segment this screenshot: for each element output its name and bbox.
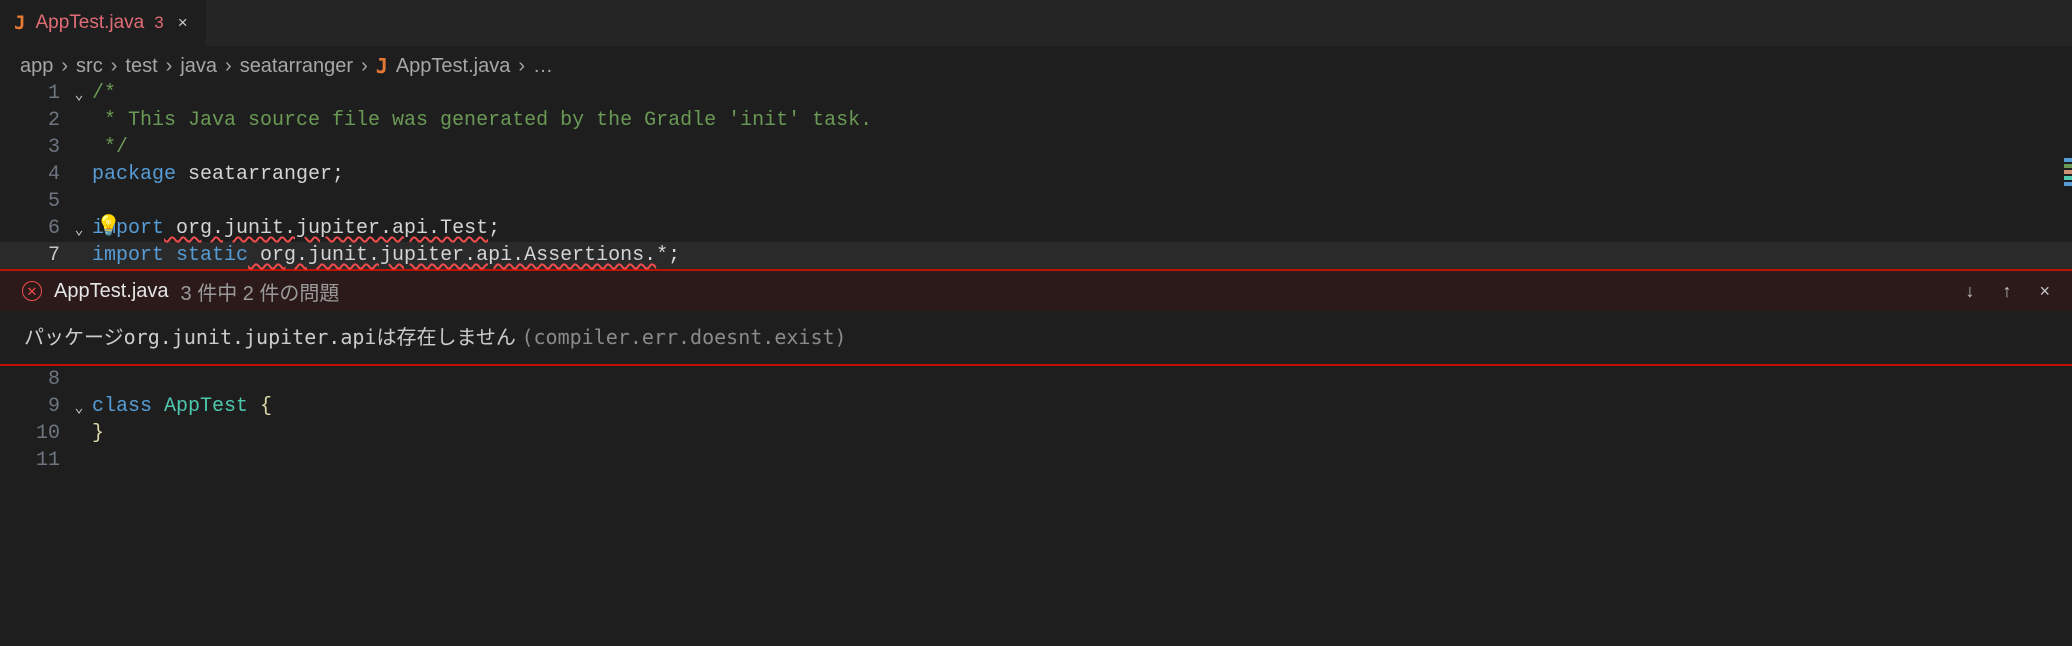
line-number: 11 <box>0 447 66 474</box>
java-file-icon: J <box>14 12 25 34</box>
problem-text: org.junit.jupiter.api <box>124 325 377 349</box>
line-number: 3 <box>0 134 66 161</box>
java-file-icon: J <box>376 54 388 78</box>
code-line: 2 * This Java source file was generated … <box>0 107 2072 134</box>
code-text: } <box>92 422 104 445</box>
overview-mark <box>2064 182 2072 186</box>
lightbulb-icon[interactable]: 💡 <box>96 214 121 241</box>
tab-filename: AppTest.java <box>35 12 144 34</box>
breadcrumb-segment[interactable]: app <box>20 55 53 78</box>
code-text: static <box>164 244 248 267</box>
fold-icon[interactable]: ⌄ <box>66 82 92 109</box>
problem-text: は存在しません <box>376 327 521 349</box>
overview-mark <box>2064 170 2072 174</box>
code-editor[interactable]: 💡 1 ⌄ /* 2 * This Java source file was g… <box>0 80 2072 269</box>
editor-tab[interactable]: J AppTest.java 3 × <box>0 0 207 46</box>
tab-error-badge: 3 <box>154 13 163 33</box>
code-text: */ <box>92 136 128 159</box>
code-text: ; <box>488 217 500 240</box>
code-text: seatarranger <box>176 163 332 186</box>
tab-close-icon[interactable]: × <box>174 11 192 35</box>
breadcrumb-segment[interactable]: java <box>180 55 217 78</box>
overview-ruler[interactable] <box>2064 158 2072 186</box>
line-number: 6 <box>0 215 66 242</box>
code-line: 4 package seatarranger; <box>0 161 2072 188</box>
breadcrumb-filename[interactable]: AppTest.java <box>396 55 511 78</box>
code-text: ; <box>668 244 680 267</box>
breadcrumb-overflow[interactable]: … <box>533 55 554 78</box>
problem-next-icon[interactable]: ↓ <box>1957 277 1982 306</box>
line-number: 10 <box>0 420 66 447</box>
chevron-right-icon: › <box>166 55 173 78</box>
breadcrumb-segment[interactable]: src <box>76 55 103 78</box>
problem-count: 3 件中 2 件の問題 <box>181 277 340 306</box>
error-icon: ✕ <box>22 281 42 301</box>
line-number: 7 <box>0 242 66 269</box>
line-number: 4 <box>0 161 66 188</box>
code-text: org.junit.jupiter.api.Test <box>164 217 488 240</box>
code-text: * <box>656 244 668 267</box>
code-text: org.junit.jupiter.api.Assertions. <box>248 244 656 267</box>
breadcrumb-segment[interactable]: test <box>125 55 157 78</box>
problem-text: パッケージ <box>24 327 124 349</box>
code-line: 9 ⌄ class AppTest { <box>0 393 2072 420</box>
breadcrumb: app › src › test › java › seatarranger ›… <box>0 46 2072 80</box>
problem-prev-icon[interactable]: ↑ <box>1994 277 2019 306</box>
overview-mark <box>2064 176 2072 180</box>
chevron-right-icon: › <box>111 55 118 78</box>
problem-filename: AppTest.java <box>54 280 169 303</box>
code-line: 6 ⌄ import org.junit.jupiter.api.Test; <box>0 215 2072 242</box>
overview-mark <box>2064 164 2072 168</box>
code-editor[interactable]: 8 9 ⌄ class AppTest { 10 } 11 <box>0 366 2072 474</box>
fold-icon[interactable]: ⌄ <box>66 395 92 422</box>
line-number: 5 <box>0 188 66 215</box>
code-line: 5 <box>0 188 2072 215</box>
breadcrumb-segment[interactable]: seatarranger <box>240 55 353 78</box>
code-text: class <box>92 395 152 418</box>
problem-code: (compiler.err.doesnt.exist) <box>521 325 846 349</box>
code-text: { <box>260 395 272 418</box>
tab-bar: J AppTest.java 3 × <box>0 0 2072 46</box>
fold-icon[interactable]: ⌄ <box>66 217 92 244</box>
line-number: 2 <box>0 107 66 134</box>
chevron-right-icon: › <box>225 55 232 78</box>
code-line: 7 import static org.junit.jupiter.api.As… <box>0 242 2072 269</box>
problem-message: パッケージorg.junit.jupiter.apiは存在しません (compi… <box>0 311 2072 364</box>
line-number: 1 <box>0 80 66 107</box>
code-text: * This Java source file was generated by… <box>92 109 872 132</box>
chevron-right-icon: › <box>361 55 368 78</box>
code-text: package <box>92 163 176 186</box>
code-line: 1 ⌄ /* <box>0 80 2072 107</box>
code-line: 11 <box>0 447 2072 474</box>
code-line: 3 */ <box>0 134 2072 161</box>
code-text: AppTest <box>152 395 260 418</box>
overview-mark <box>2064 158 2072 162</box>
chevron-right-icon: › <box>61 55 68 78</box>
code-text: ; <box>332 163 344 186</box>
line-number: 8 <box>0 366 66 393</box>
problem-header: ✕ AppTest.java 3 件中 2 件の問題 ↓ ↑ × <box>0 271 2072 311</box>
code-line: 10 } <box>0 420 2072 447</box>
code-line: 8 <box>0 366 2072 393</box>
code-text: /* <box>92 82 116 105</box>
line-number: 9 <box>0 393 66 420</box>
chevron-right-icon: › <box>518 55 525 78</box>
problem-close-icon[interactable]: × <box>2031 277 2058 306</box>
code-text: import <box>92 244 164 267</box>
